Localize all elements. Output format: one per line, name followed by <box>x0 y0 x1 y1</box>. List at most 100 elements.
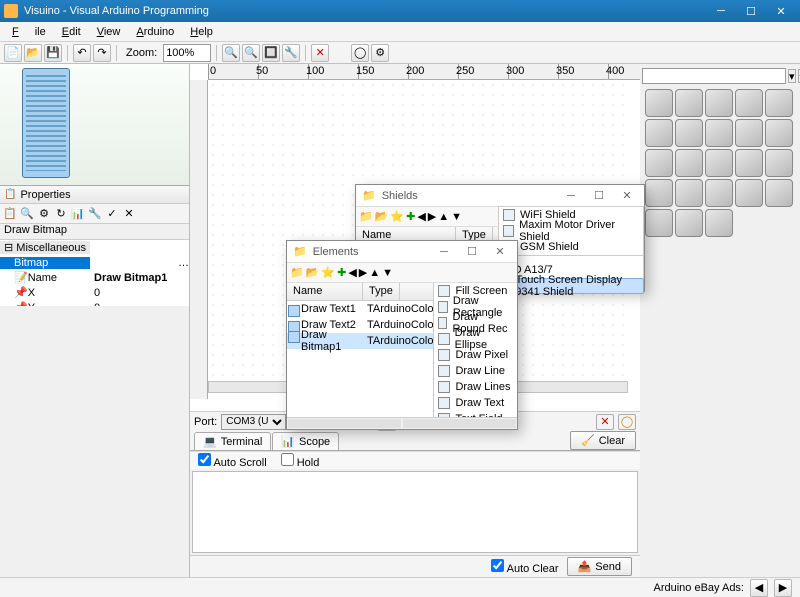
element-type-option[interactable]: Draw Line <box>434 363 517 379</box>
elements-list[interactable]: Draw Text1TArduinoColoDraw Text2TArduino… <box>287 301 433 417</box>
prop-tool-1[interactable]: 📋 <box>2 206 18 222</box>
component-item[interactable] <box>705 89 733 117</box>
component-item[interactable] <box>705 179 733 207</box>
elements-tool[interactable]: ✚ <box>337 266 346 279</box>
port-select[interactable]: COM3 (U <box>221 414 286 430</box>
prop-tool-8[interactable]: ✕ <box>121 206 137 222</box>
shields-tool[interactable]: 📁 <box>359 210 373 223</box>
component-item[interactable] <box>735 119 763 147</box>
elements-row[interactable]: Draw Bitmap1TArduinoColo <box>287 333 433 349</box>
shields-close[interactable]: ✕ <box>616 187 638 205</box>
element-type-option[interactable]: Draw Pixel <box>434 347 517 363</box>
component-item[interactable] <box>705 149 733 177</box>
elements-col-name[interactable]: Name <box>287 283 363 300</box>
undo-button[interactable]: ↶ <box>73 44 91 62</box>
elements-min[interactable]: ─ <box>433 243 455 261</box>
status-btn-2[interactable]: ▶ <box>774 579 792 597</box>
x-button[interactable]: ✕ <box>596 414 614 430</box>
element-type-option[interactable]: Text Field <box>434 411 517 417</box>
open-button[interactable]: 📂 <box>24 44 42 62</box>
component-item[interactable] <box>645 119 673 147</box>
menu-edit[interactable]: Edit <box>54 24 89 40</box>
component-item[interactable] <box>765 179 793 207</box>
send-button[interactable]: 📤Send <box>567 557 632 576</box>
tab-scope[interactable]: 📊Scope <box>272 432 339 450</box>
clear-button-top[interactable]: 🧹Clear <box>570 431 636 450</box>
elements-tool[interactable]: ▼ <box>382 267 393 279</box>
tool-icon[interactable]: 🔧 <box>282 44 300 62</box>
shield-option[interactable]: Maxim Motor Driver Shield <box>499 223 643 239</box>
component-item[interactable] <box>705 119 733 147</box>
component-item[interactable] <box>765 89 793 117</box>
prop-tool-3[interactable]: ⚙ <box>36 206 52 222</box>
minimize-button[interactable]: ─ <box>706 1 736 21</box>
shields-tool[interactable]: ▼ <box>451 211 462 223</box>
prop-tool-6[interactable]: 🔧 <box>87 206 103 222</box>
component-item[interactable] <box>675 209 703 237</box>
elements-tool[interactable]: ▲ <box>369 267 380 279</box>
shields-tool[interactable]: ▲ <box>438 211 449 223</box>
component-item[interactable] <box>675 149 703 177</box>
menu-arduino[interactable]: Arduino <box>128 24 182 40</box>
prop-row-x[interactable]: 📌X0 <box>0 285 189 300</box>
shields-tool[interactable]: 📂 <box>375 210 389 223</box>
component-item[interactable] <box>765 149 793 177</box>
shields-min[interactable]: ─ <box>560 187 582 205</box>
elements-close[interactable]: ✕ <box>489 243 511 261</box>
component-search[interactable] <box>642 68 786 84</box>
redo-button[interactable]: ↷ <box>93 44 111 62</box>
element-type-option[interactable]: Draw Ellipse <box>434 331 517 347</box>
component-item[interactable] <box>645 149 673 177</box>
shields-tool[interactable]: ✚ <box>406 210 415 223</box>
search-opt-1[interactable]: ▾ <box>788 69 796 83</box>
zoom-fit-icon[interactable]: 🔲 <box>262 44 280 62</box>
terminal-output[interactable] <box>192 471 638 553</box>
elements-max[interactable]: ☐ <box>461 243 483 261</box>
component-item[interactable] <box>675 119 703 147</box>
component-item[interactable] <box>765 119 793 147</box>
component-item[interactable] <box>735 179 763 207</box>
prop-row-bitmap[interactable]: Bitmap… <box>0 255 189 270</box>
component-item[interactable] <box>645 179 673 207</box>
menu-view[interactable]: View <box>89 24 129 40</box>
maximize-button[interactable]: ☐ <box>736 1 766 21</box>
zoom-select[interactable] <box>163 44 211 62</box>
component-item[interactable] <box>735 149 763 177</box>
o-button[interactable]: ◯ <box>618 414 636 430</box>
menu-file[interactable]: File <box>4 24 54 40</box>
delete-icon[interactable]: ✕ <box>311 44 329 62</box>
hold-checkbox[interactable]: Hold <box>281 453 320 469</box>
component-item[interactable] <box>645 89 673 117</box>
elements-tool[interactable]: ◀ <box>348 266 356 279</box>
shields-tool[interactable]: ◀ <box>417 210 425 223</box>
menu-help[interactable]: Help <box>182 24 221 40</box>
prop-tool-2[interactable]: 🔍 <box>19 206 35 222</box>
component-preview[interactable] <box>0 64 189 186</box>
component-item[interactable] <box>735 89 763 117</box>
component-item[interactable] <box>675 89 703 117</box>
arduino-chip-icon[interactable] <box>22 68 70 178</box>
elements-tool[interactable]: ▶ <box>359 266 367 279</box>
autoscroll-checkbox[interactable]: Auto Scroll <box>198 453 267 469</box>
component-item[interactable] <box>675 179 703 207</box>
gear-icon[interactable]: ⚙ <box>371 44 389 62</box>
prop-tool-7[interactable]: ✓ <box>104 206 120 222</box>
elements-row[interactable]: Draw Text1TArduinoColo <box>287 301 433 317</box>
component-item[interactable] <box>705 209 733 237</box>
elements-menu[interactable]: Fill ScreenDraw RectangleDraw Round RecD… <box>434 283 517 417</box>
shields-tool[interactable]: ▶ <box>428 210 436 223</box>
zoom-in-icon[interactable]: 🔍 <box>222 44 240 62</box>
component-item[interactable] <box>645 209 673 237</box>
prop-tool-5[interactable]: 📊 <box>70 206 86 222</box>
close-button[interactable]: ✕ <box>766 1 796 21</box>
elements-tool[interactable]: 📂 <box>306 266 320 279</box>
elements-col-type[interactable]: Type <box>363 283 400 300</box>
shields-max[interactable]: ☐ <box>588 187 610 205</box>
element-type-option[interactable]: Draw Text <box>434 395 517 411</box>
shield-option-sel[interactable]: or Touch Screen Display ILI9341 Shield <box>498 278 644 294</box>
prop-row-name[interactable]: 📝NameDraw Bitmap1 <box>0 270 189 285</box>
shields-tool[interactable]: ⭐ <box>390 210 404 223</box>
elements-tool[interactable]: ⭐ <box>321 266 335 279</box>
prop-tool-4[interactable]: ↻ <box>53 206 69 222</box>
zoom-out-icon[interactable]: 🔍 <box>242 44 260 62</box>
